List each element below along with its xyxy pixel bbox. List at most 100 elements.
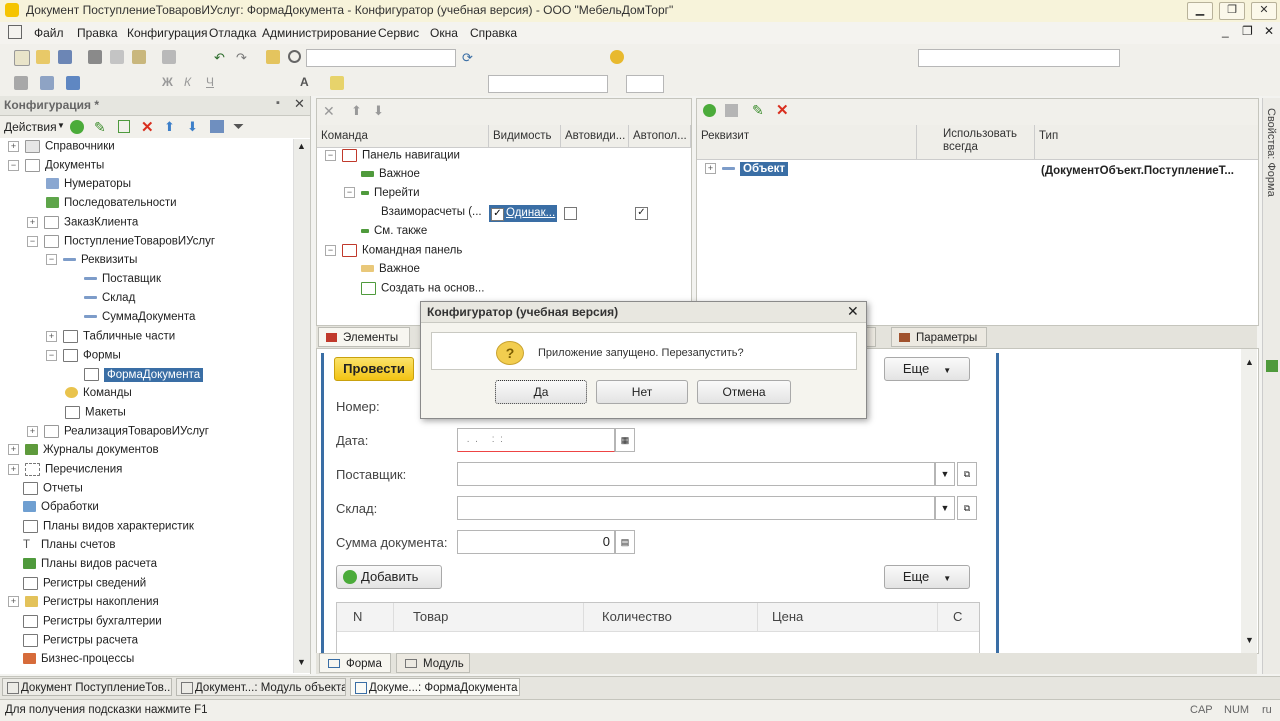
info-icon[interactable] <box>610 50 624 64</box>
tree-item-tabular-parts[interactable]: + Табличные части <box>46 330 175 349</box>
tree-item-forms[interactable]: − Формы <box>46 349 121 368</box>
tree-item-goods-receipt[interactable]: − ПоступлениеТоваровИУслуг <box>27 235 215 254</box>
menu-icon[interactable] <box>8 25 22 39</box>
actions-menu[interactable]: Действия <box>4 120 57 134</box>
cmd-row-goto[interactable]: − Перейти <box>344 187 420 206</box>
mdi-close-icon[interactable]: ✕ <box>1264 24 1274 38</box>
find-icon[interactable] <box>266 50 280 64</box>
properties-sidebar-label[interactable]: Свойства: Форма <box>1265 108 1277 197</box>
copy-item-icon[interactable] <box>118 120 130 133</box>
menu-windows[interactable]: Окна <box>430 26 458 40</box>
tree-item-processings[interactable]: Обработки <box>23 501 99 520</box>
move-down-icon[interactable]: ⬇ <box>187 119 198 135</box>
cmd-row-important[interactable]: Важное <box>361 168 420 187</box>
calendar-icon[interactable]: ▦ <box>615 428 635 452</box>
visibility-cell[interactable]: ✓ Одинак... <box>489 205 557 222</box>
scroll-up-icon[interactable]: ▲ <box>297 141 306 151</box>
tree-item-account-registers[interactable]: Регистры бухгалтерии <box>23 615 162 634</box>
tab-elements[interactable]: Элементы <box>318 327 410 347</box>
tree-item-calc-registers[interactable]: Регистры расчета <box>23 634 138 653</box>
tree-item-calc-types[interactable]: Планы видов расчета <box>23 558 157 577</box>
menu-file[interactable]: Файл <box>34 26 64 40</box>
attr-row-object[interactable]: + Объект <box>705 162 789 182</box>
tree-item-business-processes[interactable]: Бизнес-процессы <box>23 653 134 672</box>
edit-attribute-icon[interactable]: ✎ <box>752 102 764 119</box>
tree-item-goods-sale[interactable]: + РеализацияТоваровИУслуг <box>27 425 209 444</box>
supplier-dropdown-icon[interactable]: ▼ <box>935 462 955 486</box>
filter-icon[interactable]: ⏷ <box>233 118 244 135</box>
paste-icon[interactable] <box>132 50 146 64</box>
cancel-button[interactable]: Отмена <box>697 380 791 404</box>
add-column-icon[interactable] <box>725 104 738 117</box>
italic-icon[interactable]: К <box>184 75 198 89</box>
warehouse-field[interactable] <box>457 496 935 520</box>
tree-item-accounts[interactable]: T Планы счетов <box>23 539 115 558</box>
tab-form[interactable]: Форма <box>319 653 391 673</box>
sort-icon[interactable] <box>210 120 224 133</box>
col-price[interactable]: Цена <box>772 609 803 624</box>
menu-edit[interactable]: Правка <box>77 26 118 40</box>
new-icon[interactable] <box>14 50 30 66</box>
search-icon[interactable] <box>288 50 301 63</box>
cmd-row-see-also[interactable]: См. также <box>361 225 427 244</box>
scroll-down-icon[interactable]: ▼ <box>1245 635 1254 645</box>
col-quantity[interactable]: Количество <box>602 609 672 624</box>
tree-item-doc-form[interactable]: ФормаДокумента <box>84 367 204 387</box>
move-up-icon[interactable]: ⬆ <box>164 119 175 135</box>
goods-table[interactable]: N Товар Количество Цена С <box>336 602 980 653</box>
close-panel-icon[interactable]: ✕ <box>294 96 305 112</box>
col-goods[interactable]: Товар <box>413 609 448 624</box>
tree-item-documents[interactable]: − Документы <box>8 159 104 178</box>
col-visibility[interactable]: Видимость <box>489 125 561 147</box>
autovisibility-checkbox[interactable] <box>564 207 577 220</box>
copy-icon[interactable] <box>110 50 124 64</box>
tab-parameters[interactable]: Параметры <box>891 327 987 347</box>
db-icon[interactable] <box>66 76 80 90</box>
col-n[interactable]: N <box>353 609 362 624</box>
pin-icon[interactable]: ▪ <box>276 97 280 109</box>
tree-item-client-order[interactable]: + ЗаказКлиента <box>27 216 138 235</box>
properties-sidebar[interactable]: Свойства: Форма <box>1262 98 1280 674</box>
edit-icon[interactable]: ✎ <box>94 119 106 136</box>
maximize-button[interactable]: ❐ <box>1219 2 1245 20</box>
tree-item-doc-sum[interactable]: СуммаДокумента <box>84 311 195 330</box>
supplier-field[interactable] <box>457 462 935 486</box>
autofill-checkbox[interactable]: ✓ <box>635 207 648 220</box>
tree-item-char-types[interactable]: Планы видов характеристик <box>23 520 194 539</box>
close-window-button[interactable]: ✕ <box>1251 2 1277 20</box>
tree-item-info-registers[interactable]: Регистры сведений <box>23 577 146 596</box>
add-row-button[interactable]: Добавить <box>336 565 442 589</box>
tab-module[interactable]: Модуль <box>396 653 470 673</box>
warehouse-open-icon[interactable]: ⧉ <box>957 496 977 520</box>
menu-administration[interactable]: Администрирование <box>262 26 376 40</box>
warehouse-dropdown-icon[interactable]: ▼ <box>935 496 955 520</box>
tree-item-commands[interactable]: Команды <box>65 387 132 406</box>
col-use-always[interactable]: Использовать всегда <box>917 125 1035 159</box>
mdi-minimize-icon[interactable]: _ <box>1222 24 1229 38</box>
bold-icon[interactable]: Ж <box>162 75 176 89</box>
tree-item-accum-registers[interactable]: + Регистры накопления <box>8 596 159 615</box>
cmd-row-nav-panel[interactable]: − Панель навигации <box>325 149 460 168</box>
col-attribute[interactable]: Реквизит <box>697 125 917 159</box>
calculator-icon[interactable]: ▤ <box>615 530 635 554</box>
menu-service[interactable]: Сервис <box>378 26 419 40</box>
scroll-up-icon[interactable]: ▲ <box>1245 357 1254 367</box>
mdi-restore-icon[interactable]: ❐ <box>1242 24 1253 38</box>
tree-item-numerators[interactable]: Нумераторы <box>46 178 131 197</box>
highlight-icon[interactable] <box>330 76 344 90</box>
move-up-icon[interactable]: ⬆ <box>351 103 362 119</box>
cut-icon[interactable] <box>88 50 102 64</box>
task-object-module[interactable]: Документ...: Модуль объекта <box>176 678 346 696</box>
post-button[interactable]: Провести <box>334 357 414 381</box>
table-icon[interactable] <box>40 76 54 90</box>
yes-button[interactable]: Да <box>495 380 587 404</box>
tree-item-sequences[interactable]: Последовательности <box>46 197 177 216</box>
delete-icon[interactable]: ✕ <box>141 118 154 136</box>
menu-configuration[interactable]: Конфигурация <box>127 26 208 40</box>
no-button[interactable]: Нет <box>596 380 688 404</box>
minimize-button[interactable]: ▁ <box>1187 2 1213 20</box>
tree-item-templates[interactable]: Макеты <box>65 406 126 425</box>
cmd-row-settlements[interactable]: Взаиморасчеты (... <box>381 206 482 225</box>
add-icon[interactable] <box>70 120 84 134</box>
save-icon[interactable] <box>58 50 72 64</box>
